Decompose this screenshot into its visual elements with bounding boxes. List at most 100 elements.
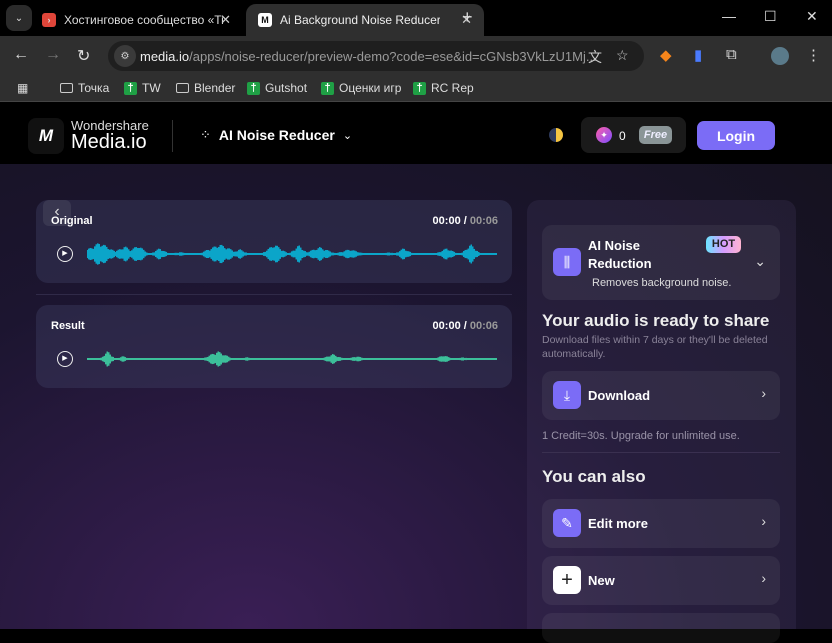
waveform-bar <box>146 252 148 256</box>
back-icon[interactable]: ← <box>13 46 29 64</box>
bookmark-item[interactable]: † Оценки игр <box>321 81 401 95</box>
waveform-bar <box>132 248 134 260</box>
star-icon[interactable]: ☆ <box>616 47 629 64</box>
waveform-bar <box>279 249 281 259</box>
minimize-icon[interactable]: — <box>722 8 736 24</box>
waveform-bar <box>355 357 357 361</box>
apps-icon[interactable]: ▦ <box>17 81 28 95</box>
maximize-icon[interactable]: ☐ <box>764 8 777 25</box>
waveform-bar <box>239 358 241 360</box>
bookmark-item[interactable]: Blender <box>176 81 235 95</box>
waveform-bar <box>201 358 203 360</box>
waveform-bar <box>406 251 408 257</box>
bookmark-item[interactable]: † Gutshot <box>247 81 307 95</box>
product-dropdown[interactable]: ⁘ AI Noise Reducer ⌄ <box>200 127 352 143</box>
waveform-bar <box>249 358 251 360</box>
waveform-bar <box>470 358 472 360</box>
waveform-bar <box>297 246 299 262</box>
chevron-right-icon: › <box>761 385 766 401</box>
back-button[interactable]: ‹ <box>43 200 71 226</box>
waveform-bar <box>353 357 355 361</box>
more-option[interactable] <box>542 613 780 643</box>
waveform-bar <box>229 357 231 361</box>
site-info-icon[interactable]: ⚙ <box>114 45 136 67</box>
waveform-bar <box>437 252 439 256</box>
bookmark-item[interactable]: † TW <box>124 81 161 95</box>
waveform-bar <box>310 250 312 258</box>
waveform-bar <box>153 252 155 256</box>
tab-hosting[interactable]: › Хостинговое сообщество «Tim ✕ <box>30 4 243 36</box>
url-input[interactable]: ⚙ media.io/apps/noise-reducer/preview-de… <box>108 41 644 71</box>
waveform-bar <box>89 247 91 261</box>
waveform-bar <box>475 250 477 258</box>
login-button[interactable]: Login <box>697 121 775 150</box>
waveform-bar <box>236 251 238 257</box>
new-button[interactable]: + New › <box>542 556 780 605</box>
edit-more-button[interactable]: ✎ Edit more › <box>542 499 780 548</box>
waveform-bar <box>174 252 176 256</box>
close-icon[interactable]: ✕ <box>220 12 231 28</box>
tab-noise-reducer[interactable]: M Ai Background Noise Reducer f ✕ <box>246 4 484 36</box>
credits-box[interactable]: ✦ 0 Free <box>581 117 686 153</box>
green-bookmark-icon: † <box>247 81 260 95</box>
bookmark-item[interactable]: Точка <box>60 81 109 95</box>
waveform-bar <box>278 247 280 261</box>
waveform-bar <box>223 355 225 363</box>
menu-icon[interactable]: ⋮ <box>806 46 821 64</box>
waveform-bar <box>267 248 269 260</box>
original-waveform[interactable] <box>87 237 497 271</box>
waveform-bar <box>470 244 472 264</box>
waveform-bar <box>289 252 291 256</box>
waveform-bar <box>319 247 321 261</box>
tab-search-button[interactable]: ⌄ <box>6 5 32 31</box>
waveform-bar <box>446 356 448 362</box>
waveform-bar <box>355 251 357 257</box>
waveform-bar <box>282 250 284 258</box>
waveform-bar <box>92 248 94 260</box>
reload-icon[interactable]: ↻ <box>77 46 90 66</box>
close-window-icon[interactable]: ✕ <box>806 8 818 25</box>
waveform-bar <box>333 354 335 364</box>
waveform-bar <box>173 253 175 255</box>
edit-icon: ✎ <box>553 509 581 537</box>
download-button[interactable]: ⤓ Download › <box>542 371 780 420</box>
waveform-bar <box>144 251 146 257</box>
waveform-bar <box>358 252 360 256</box>
metamask-icon[interactable]: ◆ <box>660 46 672 64</box>
waveform-bar <box>266 250 268 258</box>
waveform-bar <box>204 250 206 258</box>
waveform-bar <box>231 358 233 360</box>
brand-name: Media.io <box>71 131 147 153</box>
feature-selector[interactable]: ⫼ AI Noise Reduction Removes background … <box>542 225 780 300</box>
translate-icon[interactable]: 文 <box>588 47 602 67</box>
feature-title: AI Noise <box>588 238 641 253</box>
waveform-bar <box>330 355 332 363</box>
waveform-bar <box>222 246 224 262</box>
hot-badge: HOT <box>706 236 741 253</box>
waveform-bar <box>103 244 105 264</box>
waveform-bar <box>453 251 455 257</box>
forward-icon[interactable]: → <box>45 46 61 64</box>
play-icon[interactable]: ▶ <box>57 246 73 262</box>
waveform-bar <box>203 251 205 257</box>
bitwarden-icon[interactable]: ▮ <box>694 46 702 64</box>
waveform-bar <box>382 253 384 255</box>
waveform-bar <box>238 249 240 259</box>
waveform-bar <box>327 356 329 362</box>
media-io-logo[interactable]: M <box>28 118 64 154</box>
waveform-bar <box>242 251 244 257</box>
bookmark-item[interactable]: † RC Rep <box>413 81 474 95</box>
waveform-bar <box>214 354 216 364</box>
waveform-bar <box>455 252 457 256</box>
new-tab-icon[interactable]: + <box>462 7 473 28</box>
waveform-bar <box>347 358 349 360</box>
waveform-bar <box>239 249 241 259</box>
chevron-down-icon[interactable]: ⌄ <box>754 253 766 270</box>
result-waveform[interactable] <box>87 342 497 376</box>
waveform-bar <box>433 358 435 360</box>
extensions-icon[interactable]: ⧉ <box>726 46 737 63</box>
avatar[interactable] <box>771 47 789 65</box>
waveform-bar <box>100 357 102 361</box>
play-icon[interactable]: ▶ <box>57 351 73 367</box>
theme-toggle-icon[interactable] <box>549 128 563 142</box>
